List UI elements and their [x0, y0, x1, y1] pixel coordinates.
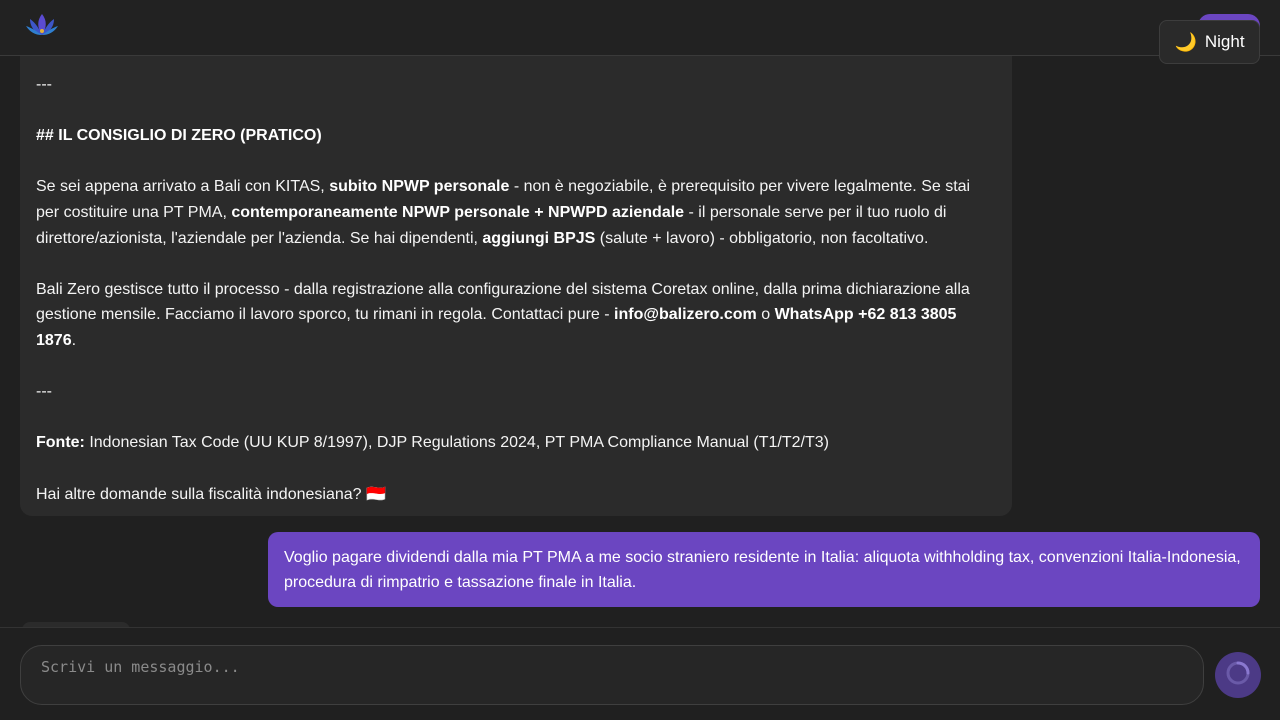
app-header	[0, 0, 1280, 56]
chat-history[interactable]: --- ## IL CONSIGLIO DI ZERO (PRATICO) Se…	[0, 56, 1280, 627]
source-line: Fonte: Indonesian Tax Code (UU KUP 8/199…	[36, 434, 829, 452]
spinner-icon	[1225, 660, 1251, 691]
user-message: Voglio pagare dividendi dalla mia PT PMA…	[268, 532, 1260, 607]
user-message-text: Voglio pagare dividendi dalla mia PT PMA…	[284, 549, 1241, 591]
separator: ---	[36, 383, 52, 401]
send-button[interactable]	[1215, 652, 1261, 698]
composer: Scrivi un messaggio...	[0, 627, 1280, 720]
moon-icon: 🌙	[1174, 32, 1197, 52]
advice-paragraph: Se sei appena arrivato a Bali con KITAS,…	[36, 178, 971, 247]
section-heading: ## IL CONSIGLIO DI ZERO (PRATICO)	[36, 127, 322, 145]
contact-paragraph: Bali Zero gestisce tutto il processo - d…	[36, 280, 970, 349]
night-mode-label: Night	[1204, 32, 1245, 51]
message-input[interactable]: Scrivi un messaggio...	[20, 645, 1204, 705]
night-mode-toggle[interactable]: 🌙 Night	[1159, 20, 1260, 64]
message-input-placeholder: Scrivi un messaggio...	[41, 658, 240, 676]
closing-question: Hai altre domande sulla fiscalità indone…	[36, 485, 386, 503]
email-link[interactable]: info@balizero.com	[614, 306, 757, 323]
separator: ---	[36, 76, 52, 93]
assistant-message: --- ## IL CONSIGLIO DI ZERO (PRATICO) Se…	[20, 56, 1012, 516]
lotus-icon[interactable]	[24, 10, 60, 40]
